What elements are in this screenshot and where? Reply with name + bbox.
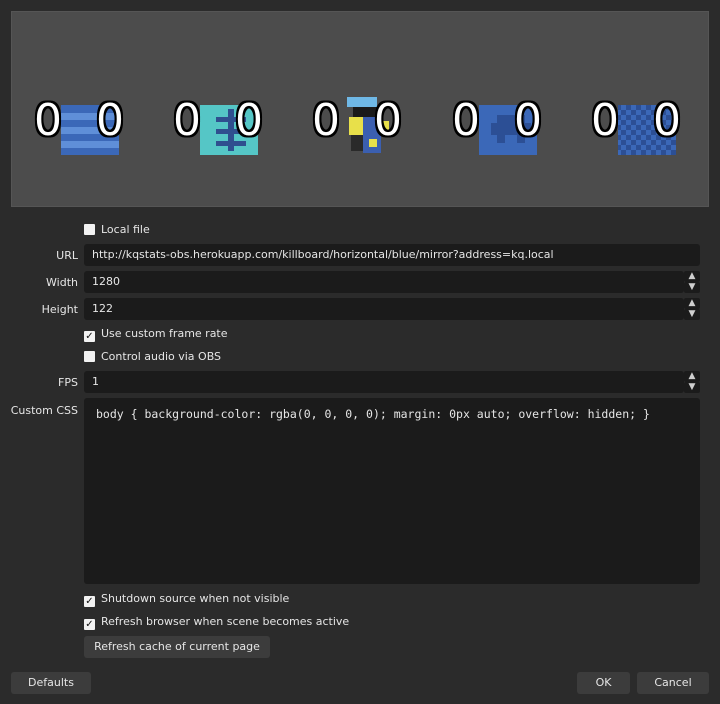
chevron-up-icon[interactable]: ▲	[684, 298, 700, 309]
score-left: 0	[452, 95, 480, 146]
checkbox-unchecked-icon	[84, 224, 95, 235]
custom-frame-rate-label: Use custom frame rate	[101, 327, 228, 340]
chevron-down-icon[interactable]: ▼	[684, 382, 700, 393]
shutdown-label: Shutdown source when not visible	[101, 592, 290, 605]
cancel-button[interactable]: Cancel	[637, 672, 709, 694]
control-audio-checkbox[interactable]: Control audio via OBS	[84, 349, 221, 365]
shutdown-checkbox[interactable]: ✓ Shutdown source when not visible	[84, 591, 289, 607]
score-slot: 0 0	[452, 93, 552, 155]
chevron-up-icon[interactable]: ▲	[684, 371, 700, 382]
width-stepper[interactable]: ▲ ▼	[684, 271, 700, 293]
ok-button[interactable]: OK	[577, 672, 630, 694]
local-file-label: Local file	[101, 223, 150, 236]
height-stepper[interactable]: ▲ ▼	[684, 298, 700, 320]
fps-input[interactable]: 1	[84, 371, 684, 393]
checkmark-icon: ✓	[84, 331, 95, 342]
score-right: 0	[514, 95, 542, 146]
score-left: 0	[173, 95, 201, 146]
browser-source-preview: 0 0 0 0 0 0 0 0 0 0	[11, 11, 709, 207]
url-label: URL	[56, 249, 78, 262]
defaults-button[interactable]: Defaults	[11, 672, 91, 694]
score-left: 0	[34, 95, 62, 146]
score-left: 0	[591, 95, 619, 146]
score-left: 0	[312, 95, 340, 146]
fps-stepper[interactable]: ▲ ▼	[684, 371, 700, 393]
chevron-down-icon[interactable]: ▼	[684, 282, 700, 293]
fps-label: FPS	[58, 376, 78, 389]
checkbox-unchecked-icon	[84, 351, 95, 362]
chevron-down-icon[interactable]: ▼	[684, 309, 700, 320]
control-audio-label: Control audio via OBS	[101, 350, 222, 363]
score-right: 0	[235, 95, 263, 146]
score-slot: 0 0	[312, 93, 412, 153]
refresh-checkbox[interactable]: ✓ Refresh browser when scene becomes acti…	[84, 614, 349, 630]
refresh-cache-button[interactable]: Refresh cache of current page	[84, 636, 270, 658]
local-file-checkbox[interactable]: Local file	[84, 222, 150, 238]
checkmark-icon: ✓	[84, 619, 95, 630]
score-right: 0	[374, 95, 402, 146]
score-slot: 0 0	[591, 93, 691, 155]
score-slot: 0 0	[173, 93, 273, 155]
refresh-label: Refresh browser when scene becomes activ…	[101, 615, 350, 628]
height-label: Height	[41, 303, 78, 316]
custom-css-label: Custom CSS	[10, 404, 78, 417]
width-input[interactable]: 1280	[84, 271, 684, 293]
custom-frame-rate-checkbox[interactable]: ✓ Use custom frame rate	[84, 326, 228, 342]
custom-css-textarea[interactable]: body { background-color: rgba(0, 0, 0, 0…	[84, 398, 700, 584]
score-right: 0	[96, 95, 124, 146]
width-label: Width	[46, 276, 78, 289]
chevron-up-icon[interactable]: ▲	[684, 271, 700, 282]
score-right: 0	[653, 95, 681, 146]
height-input[interactable]: 122	[84, 298, 684, 320]
url-input[interactable]: http://kqstats-obs.herokuapp.com/killboa…	[84, 244, 700, 266]
checkmark-icon: ✓	[84, 596, 95, 607]
score-slot: 0 0	[34, 93, 134, 155]
